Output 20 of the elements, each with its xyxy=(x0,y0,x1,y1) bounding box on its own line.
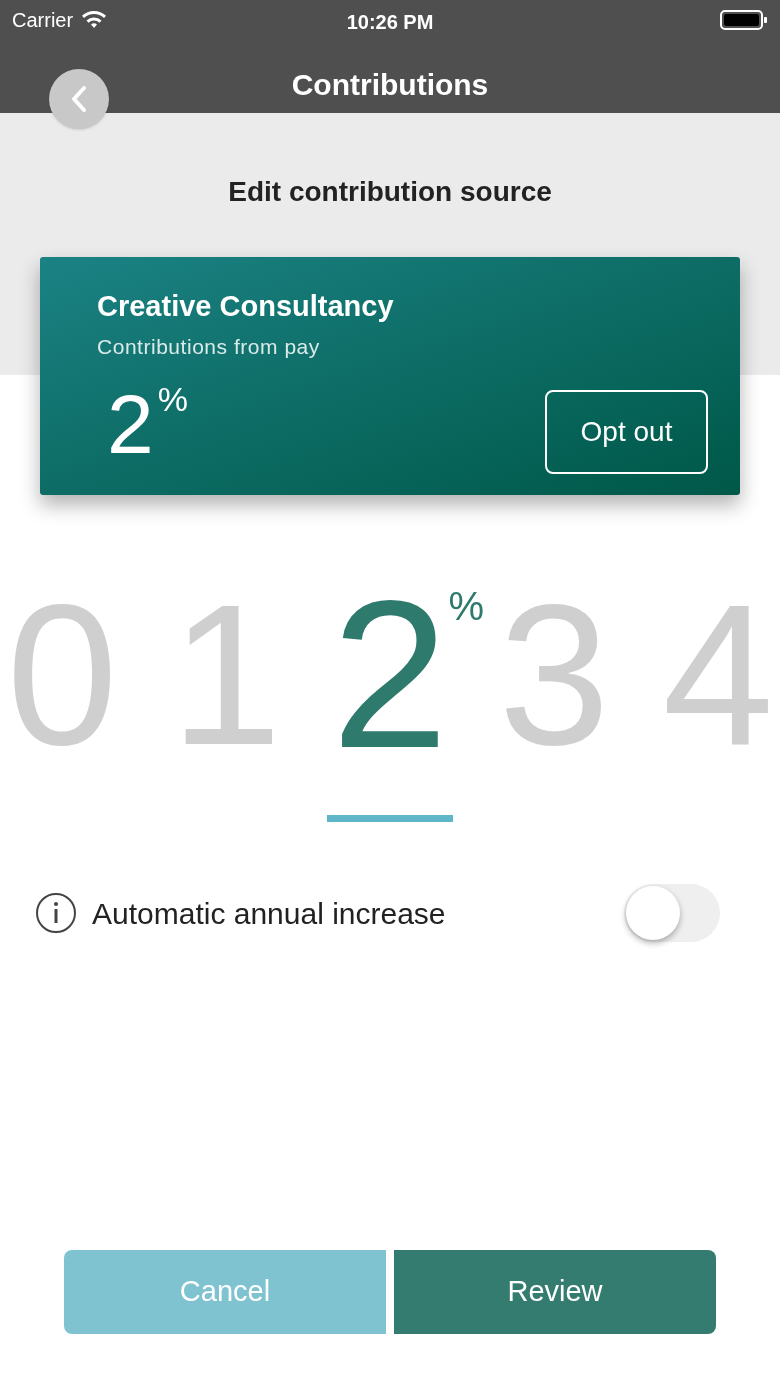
picker-digit[interactable]: 2 xyxy=(331,560,449,790)
picker-percent-sign: % xyxy=(448,586,484,626)
battery-icon xyxy=(720,9,768,31)
wifi-icon xyxy=(81,10,108,30)
review-button[interactable]: Review xyxy=(394,1250,716,1334)
card-subtitle: Contributions from pay xyxy=(97,333,321,360)
info-icon[interactable] xyxy=(35,892,77,934)
card-title: Creative Consultancy xyxy=(97,289,395,324)
opt-out-button[interactable]: Opt out xyxy=(545,390,708,474)
cancel-button[interactable]: Cancel xyxy=(64,1250,386,1334)
toggle-label: Automatic annual increase xyxy=(92,895,446,932)
status-time: 10:26 PM xyxy=(346,10,434,35)
back-button[interactable] xyxy=(49,69,109,129)
carrier-label: Carrier xyxy=(12,8,74,33)
chevron-left-icon xyxy=(70,85,88,113)
toggle-switch[interactable] xyxy=(624,884,720,942)
card-percent-sign: % xyxy=(157,382,188,416)
nav-title: Contributions xyxy=(291,67,489,103)
card-percent-value: 2 xyxy=(107,382,154,466)
page-heading: Edit contribution source xyxy=(228,175,552,207)
